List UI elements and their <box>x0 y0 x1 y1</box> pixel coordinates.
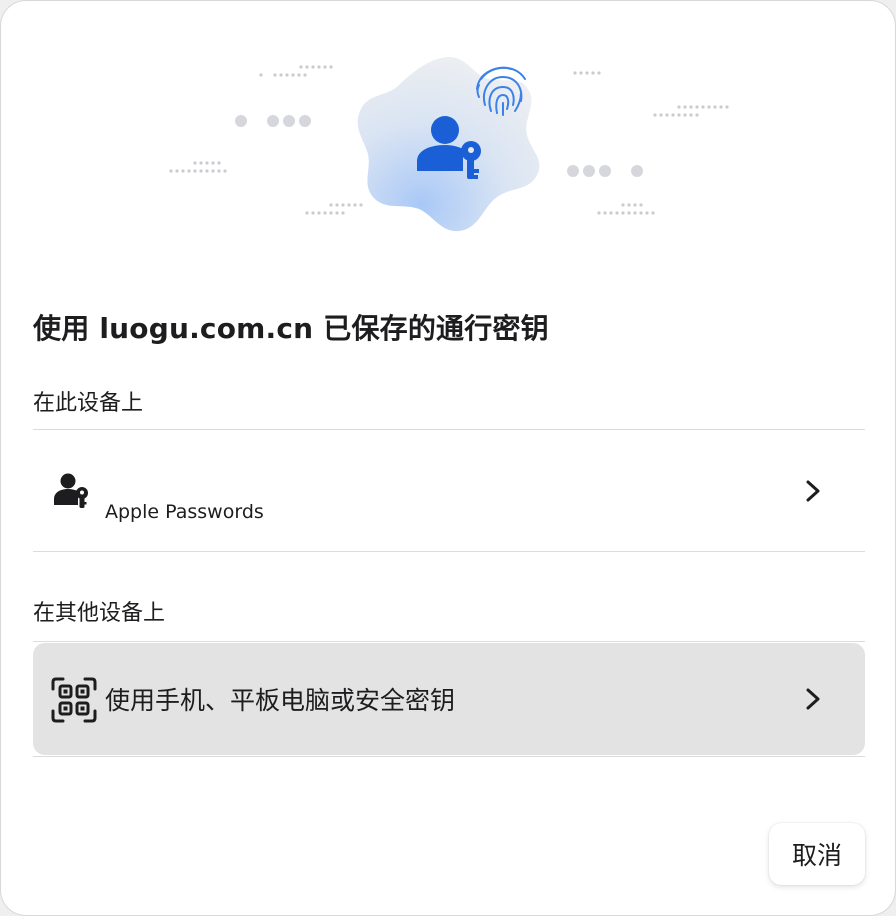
option-apple-passwords[interactable]: Apple Passwords <box>33 433 865 551</box>
section-label-other-devices: 在其他设备上 <box>33 601 166 626</box>
divider <box>33 551 865 552</box>
badge-shape <box>357 57 540 232</box>
divider <box>33 756 865 757</box>
chevron-right-icon <box>806 688 820 710</box>
divider <box>33 429 865 430</box>
decor-big-dots-right <box>567 165 643 177</box>
passkey-dialog: 使用 luogu.com.cn 已保存的通行密钥 在此设备上 Apple Pas… <box>0 0 896 916</box>
decor-dots-left <box>169 65 363 215</box>
decor-big-dots-left <box>235 115 311 127</box>
apple-passwords-label: Apple Passwords <box>105 501 264 523</box>
divider <box>33 641 865 642</box>
passkey-illustration <box>169 57 729 232</box>
chevron-right-icon <box>806 480 820 502</box>
qr-code-icon <box>51 677 97 723</box>
section-label-this-device: 在此设备上 <box>33 391 144 416</box>
dialog-title: 使用 luogu.com.cn 已保存的通行密钥 <box>33 312 549 345</box>
option-phone-tablet-security-key[interactable]: 使用手机、平板电脑或安全密钥 <box>33 643 865 755</box>
person-key-icon <box>54 473 88 508</box>
cancel-button[interactable]: 取消 <box>769 823 865 885</box>
phone-tablet-key-label: 使用手机、平板电脑或安全密钥 <box>105 686 456 715</box>
decor-dots-right <box>573 71 729 215</box>
